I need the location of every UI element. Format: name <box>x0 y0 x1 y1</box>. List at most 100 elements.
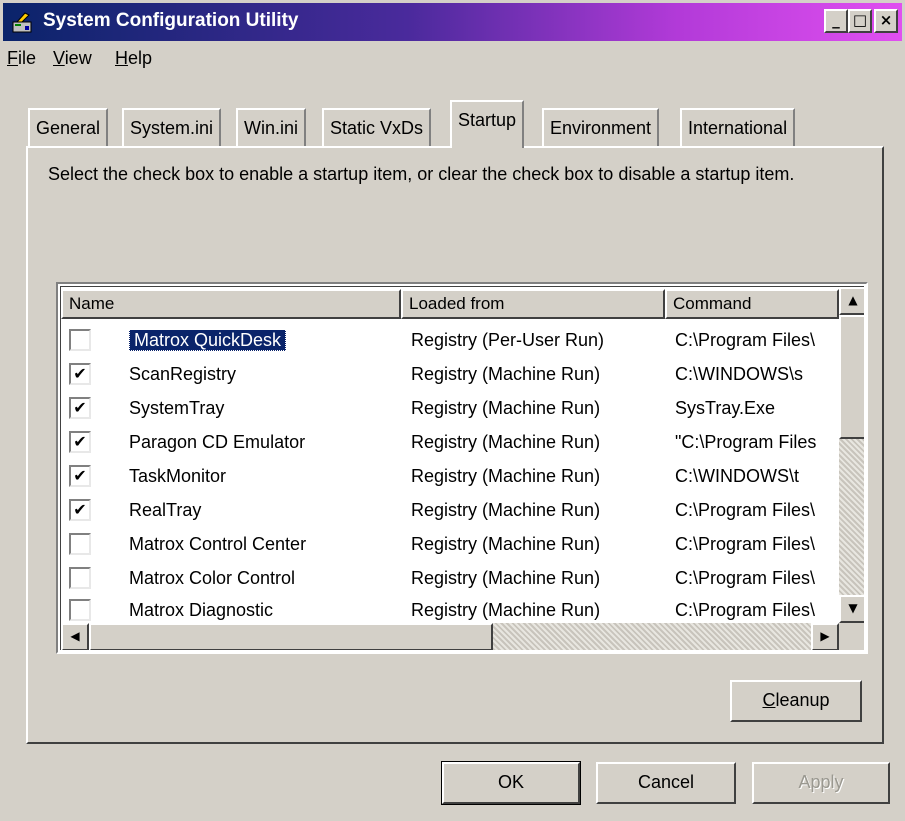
item-name: TaskMonitor <box>129 466 227 486</box>
cleanup-button[interactable]: Cleanup <box>730 680 862 722</box>
tab-win-ini-label: Win.ini <box>244 118 299 138</box>
list-item[interactable]: ✔ Paragon CD Emulator Registry (Machine … <box>61 425 841 459</box>
tab-general-label: General <box>36 118 101 138</box>
tab-general[interactable]: General <box>28 108 109 146</box>
menu-view-accel: V <box>53 48 65 68</box>
list-item[interactable]: Matrox QuickDesk Registry (Per-User Run)… <box>61 323 841 357</box>
item-command: C:\Program Files\ <box>675 500 816 520</box>
list-item[interactable]: ✔ SystemTray Registry (Machine Run) SysT… <box>61 391 841 425</box>
startup-checkbox[interactable]: ✔ <box>69 499 91 521</box>
maximize-button[interactable]: □ <box>848 9 872 33</box>
item-name: Matrox Control Center <box>129 534 307 554</box>
ok-button[interactable]: OK <box>441 761 581 805</box>
startup-checkbox[interactable]: ✔ <box>69 465 91 487</box>
item-command: C:\WINDOWS\t <box>675 466 799 486</box>
menu-file[interactable]: File <box>7 48 36 69</box>
startup-checkbox[interactable] <box>69 567 91 589</box>
system-configuration-window: System Configuration Utility _ □ × File … <box>0 0 905 821</box>
startup-checkbox[interactable] <box>69 599 91 621</box>
list-item[interactable]: ✔ TaskMonitor Registry (Machine Run) C:\… <box>61 459 841 493</box>
tab-static-vxds-label: Static VxDs <box>330 118 424 138</box>
startup-checkbox[interactable]: ✔ <box>69 397 91 419</box>
item-name: Matrox Diagnostic <box>129 600 274 620</box>
startup-items-list[interactable]: Name Loaded from Command Matrox QuickDes… <box>56 282 868 654</box>
item-command: C:\Program Files\ <box>675 330 816 350</box>
menu-help-rest: elp <box>128 48 153 68</box>
minimize-icon: _ <box>832 11 840 29</box>
item-name: Matrox Color Control <box>129 568 296 588</box>
vertical-scroll-thumb[interactable] <box>839 315 864 439</box>
column-header-loaded-from[interactable]: Loaded from <box>401 289 665 319</box>
startup-checkbox[interactable]: ✔ <box>69 431 91 453</box>
item-command: SysTray.Exe <box>675 398 776 418</box>
horizontal-scrollbar[interactable]: ◀ ▶ <box>61 623 839 650</box>
tab-system-ini[interactable]: System.ini <box>122 108 222 146</box>
startup-checkbox[interactable] <box>69 533 91 555</box>
item-loaded-from: Registry (Machine Run) <box>411 568 601 588</box>
scroll-right-button[interactable]: ▶ <box>811 623 839 650</box>
menu-help[interactable]: Help <box>115 48 152 69</box>
column-header-name[interactable]: Name <box>61 289 401 319</box>
apply-button[interactable]: Apply <box>752 762 890 804</box>
list-item[interactable]: ✔ ScanRegistry Registry (Machine Run) C:… <box>61 357 841 391</box>
list-item[interactable]: Matrox Control Center Registry (Machine … <box>61 527 841 561</box>
scrollbar-corner <box>839 623 864 650</box>
cancel-label: Cancel <box>637 772 695 792</box>
item-loaded-from: Registry (Per-User Run) <box>411 330 605 350</box>
item-loaded-from: Registry (Machine Run) <box>411 600 601 620</box>
scroll-down-button[interactable]: ▼ <box>839 595 864 623</box>
column-command-label: Command <box>673 294 752 313</box>
scroll-left-button[interactable]: ◀ <box>61 623 89 650</box>
cleanup-rest: leanup <box>775 690 830 710</box>
item-command: "C:\Program Files <box>675 432 817 452</box>
item-command: C:\Program Files\ <box>675 534 816 554</box>
close-icon: × <box>879 11 893 29</box>
item-name: SystemTray <box>129 398 225 418</box>
menu-help-accel: H <box>115 48 128 68</box>
item-name: RealTray <box>129 500 202 520</box>
tab-environment[interactable]: Environment <box>542 108 660 146</box>
item-name: ScanRegistry <box>129 364 237 384</box>
menu-file-rest: ile <box>18 48 37 68</box>
item-loaded-from: Registry (Machine Run) <box>411 398 601 418</box>
scroll-up-button[interactable]: ▲ <box>839 287 864 315</box>
check-icon: ✔ <box>73 466 87 485</box>
vertical-scrollbar[interactable]: ▲ ▼ <box>839 287 864 623</box>
list-item[interactable]: ✔ RealTray Registry (Machine Run) C:\Pro… <box>61 493 841 527</box>
menu-file-accel: F <box>7 48 18 68</box>
item-command: C:\Program Files\ <box>675 568 816 588</box>
item-command: C:\WINDOWS\s <box>675 364 803 384</box>
tab-environment-label: Environment <box>550 118 652 138</box>
cancel-button[interactable]: Cancel <box>596 762 736 804</box>
apply-label: Apply <box>798 772 844 792</box>
item-loaded-from: Registry (Machine Run) <box>411 500 601 520</box>
tab-static-vxds[interactable]: Static VxDs <box>322 108 432 146</box>
list-item[interactable]: Matrox Diagnostic Registry (Machine Run)… <box>61 593 841 627</box>
horizontal-scroll-thumb[interactable] <box>89 623 493 650</box>
tab-win-ini[interactable]: Win.ini <box>236 108 307 146</box>
check-icon: ✔ <box>73 500 87 519</box>
title-bar[interactable]: System Configuration Utility _ □ × <box>3 3 902 41</box>
close-button[interactable]: × <box>874 9 898 33</box>
startup-description: Select the check box to enable a startup… <box>48 164 795 184</box>
column-name-label: Name <box>69 294 115 313</box>
startup-checkbox[interactable] <box>69 329 91 351</box>
maximize-icon: □ <box>852 11 868 29</box>
item-loaded-from: Registry (Machine Run) <box>411 432 601 452</box>
check-icon: ✔ <box>73 364 87 383</box>
arrow-up-icon: ▲ <box>848 293 858 307</box>
tab-international[interactable]: International <box>680 108 796 146</box>
minimize-button[interactable]: _ <box>824 9 848 33</box>
menu-view[interactable]: View <box>53 48 92 69</box>
check-icon: ✔ <box>73 398 87 417</box>
msconfig-app-icon <box>12 12 32 33</box>
item-loaded-from: Registry (Machine Run) <box>411 534 601 554</box>
menu-view-rest: iew <box>64 48 92 68</box>
column-header-command[interactable]: Command <box>665 289 839 319</box>
arrow-left-icon: ◀ <box>70 629 80 643</box>
arrow-down-icon: ▼ <box>848 601 858 615</box>
startup-checkbox[interactable]: ✔ <box>69 363 91 385</box>
tab-startup[interactable]: Startup <box>450 100 525 148</box>
check-icon: ✔ <box>73 432 87 451</box>
list-item[interactable]: Matrox Color Control Registry (Machine R… <box>61 561 841 595</box>
